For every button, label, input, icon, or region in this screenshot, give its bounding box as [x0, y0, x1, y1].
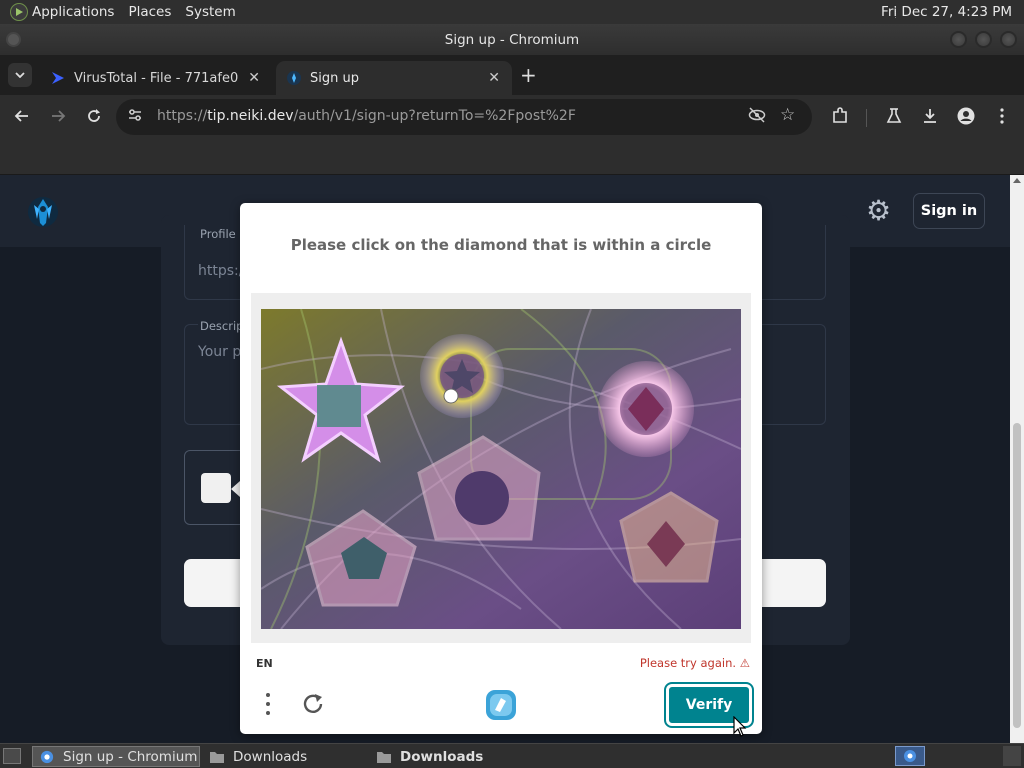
- settings-gear-icon[interactable]: ⚙: [866, 197, 891, 225]
- window-title: Sign up - Chromium: [444, 31, 580, 48]
- tab-strip: VirusTotal - File - 771afe05et ✕ Sign up…: [0, 55, 1024, 95]
- maximize-button[interactable]: [975, 31, 992, 48]
- profile-field-value: https:/: [198, 263, 244, 279]
- task-label: Downloads: [233, 748, 308, 765]
- language-selector[interactable]: EN: [256, 657, 273, 670]
- scroll-thumb[interactable]: [1013, 423, 1021, 728]
- tab-title: Sign up: [310, 70, 359, 86]
- square-shape[interactable]: [317, 385, 361, 427]
- folder-icon: [210, 751, 224, 763]
- menu-places[interactable]: Places: [128, 4, 171, 20]
- download-icon[interactable]: [919, 105, 941, 127]
- top-panel: Applications Places System Fri Dec 27, 4…: [0, 0, 1024, 24]
- close-window-button[interactable]: [1000, 31, 1017, 48]
- reload-icon[interactable]: [83, 105, 105, 127]
- upload-image-icon: [201, 473, 231, 503]
- challenge-image[interactable]: [261, 309, 741, 629]
- close-tab-icon[interactable]: ✕: [488, 70, 500, 86]
- chromium-tray-icon: [904, 750, 916, 762]
- virustotal-icon: [52, 72, 64, 84]
- captcha-menu-icon[interactable]: [264, 693, 272, 719]
- hcaptcha-logo-icon[interactable]: [484, 688, 518, 722]
- new-tab-button[interactable]: +: [520, 65, 537, 85]
- profile-field-label: Profile: [198, 227, 238, 241]
- url-path: /auth/v1/sign-up?returnTo=%2Fpost%2F: [293, 108, 576, 124]
- url-host: tip.neiki.dev: [207, 108, 294, 124]
- neiki-logo-icon[interactable]: [26, 195, 60, 229]
- minimize-button[interactable]: [950, 31, 967, 48]
- task-downloads-2[interactable]: Downloads: [370, 746, 534, 767]
- forward-icon[interactable]: [47, 105, 69, 127]
- url-text[interactable]: https://tip.neiki.dev/auth/v1/sign-up?re…: [157, 108, 576, 124]
- eye-off-icon[interactable]: [748, 107, 766, 127]
- sign-in-button[interactable]: Sign in: [913, 193, 985, 229]
- inner-circle-shape[interactable]: [455, 471, 509, 525]
- tab-search-button[interactable]: [8, 63, 32, 87]
- description-field-label: Descrip: [198, 319, 246, 333]
- scroll-up-arrow[interactable]: [1013, 178, 1021, 183]
- tab-title: VirusTotal - File - 771afe05et: [74, 70, 238, 86]
- workspace-switcher[interactable]: [895, 746, 925, 766]
- tab-sign-up[interactable]: Sign up ✕: [276, 61, 512, 95]
- chevron-down-icon: [15, 72, 25, 78]
- click-marker: [443, 388, 459, 404]
- folder-icon: [377, 751, 391, 763]
- panel-clock[interactable]: Fri Dec 27, 4:23 PM: [881, 4, 1012, 20]
- task-label: Sign up - Chromium: [63, 748, 198, 765]
- show-desktop-button[interactable]: [3, 748, 21, 764]
- page-scrollbar[interactable]: [1010, 175, 1024, 743]
- chromium-icon: [40, 750, 54, 763]
- task-label: Downloads: [400, 748, 484, 765]
- tab-virustotal[interactable]: VirusTotal - File - 771afe05et ✕: [40, 61, 272, 95]
- description-field-placeholder: Your p: [198, 344, 242, 360]
- profile-icon[interactable]: [955, 105, 977, 127]
- menu-applications[interactable]: Applications: [32, 4, 114, 20]
- url-scheme: https://: [157, 108, 208, 124]
- mouse-cursor-icon: [733, 716, 747, 737]
- applications-icon[interactable]: [10, 3, 28, 21]
- bottom-taskbar: Sign up - Chromium Downloads Downloads: [0, 743, 1024, 768]
- window-titlebar[interactable]: Sign up - Chromium: [0, 24, 1024, 55]
- address-bar[interactable]: https://tip.neiki.dev/auth/v1/sign-up?re…: [116, 99, 812, 135]
- captcha-prompt: Please click on the diamond that is with…: [290, 236, 712, 254]
- refresh-challenge-icon[interactable]: [300, 691, 326, 717]
- bookmark-star-icon[interactable]: ☆: [780, 105, 795, 125]
- neiki-favicon-icon: [287, 71, 301, 85]
- close-tab-icon[interactable]: ✕: [248, 70, 260, 86]
- task-chromium[interactable]: Sign up - Chromium: [32, 746, 200, 767]
- window-menu-button[interactable]: [6, 32, 21, 47]
- trash-applet[interactable]: [1003, 746, 1021, 766]
- bookmark-bar: [0, 139, 1024, 175]
- back-icon[interactable]: [11, 105, 33, 127]
- task-downloads-1[interactable]: Downloads: [203, 746, 367, 767]
- menu-kebab-icon[interactable]: [991, 105, 1013, 127]
- extensions-icon[interactable]: [829, 105, 851, 127]
- menu-system[interactable]: System: [185, 4, 235, 20]
- captcha-dialog: Please click on the diamond that is with…: [240, 203, 762, 734]
- site-info-icon[interactable]: [128, 108, 142, 126]
- toolbar-divider: [866, 109, 867, 127]
- labs-flask-icon[interactable]: [883, 105, 905, 127]
- captcha-error-message: Please try again. ⚠: [639, 656, 750, 670]
- browser-toolbar: https://tip.neiki.dev/auth/v1/sign-up?re…: [0, 95, 1024, 139]
